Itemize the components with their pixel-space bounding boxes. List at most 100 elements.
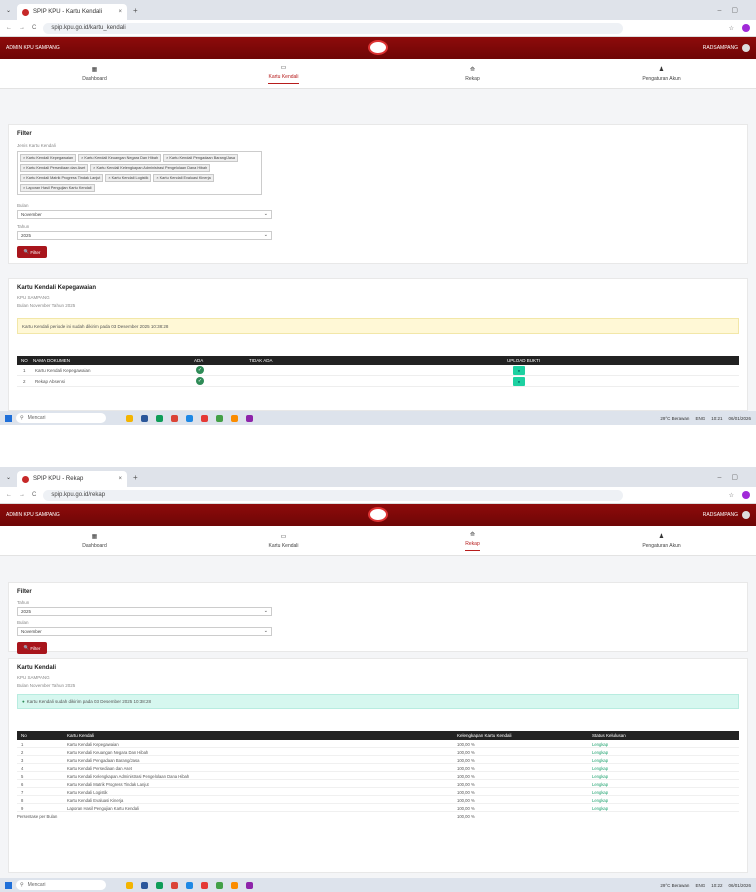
app-icon[interactable] [246,881,253,889]
app-icon[interactable] [126,414,133,422]
system-tray: 29°C Berawan ENG 10:22 06/01/2026 [660,883,751,888]
nav-pengaturan-akun[interactable]: ♟ Pengaturan Akun [567,59,756,88]
view-upload-button[interactable]: ● [513,376,525,386]
app-icon[interactable] [141,414,148,422]
app-icon[interactable] [231,881,238,889]
tahun-select[interactable]: 2025 [17,231,272,240]
jenis-tag[interactable]: × Kartu Kendali Pengadaan Barang/Jasa [163,154,239,162]
cell-name: Kartu Kendali Kepegawaian [67,742,119,747]
reload-icon[interactable]: C [32,492,36,498]
app-icon[interactable] [201,881,208,889]
app-icon[interactable] [216,414,223,422]
jenis-tag-select[interactable]: × Kartu Kendali Kepegawaian × Kartu Kenda… [17,151,262,195]
nav-dashboard[interactable]: ▦ Dashboard [0,59,189,88]
address-bar-row: ← → C spip.kpu.go.id/kartu_kendali ☆ [0,20,756,37]
search-icon: ⚲ [20,415,24,421]
tab-title: SPIP KPU - Rekap [33,476,84,482]
nav-rekap[interactable]: ⟰ Rekap [378,526,567,555]
app-icon[interactable] [156,414,163,422]
jenis-tag[interactable]: × Kartu Kendali Logistik [105,174,152,182]
app-icon[interactable] [246,414,253,422]
browser-tab[interactable]: SPIP KPU - Rekap × [17,471,128,487]
tahun-select[interactable]: 2025 [17,607,272,616]
nav-dashboard[interactable]: ▦ Dashboard [0,526,189,555]
window-controls[interactable]: –▢ [717,6,748,14]
windows-start-icon[interactable] [5,414,12,422]
profile-icon[interactable] [742,491,750,499]
clock-date[interactable]: 06/01/2026 [728,416,751,421]
windows-start-icon[interactable] [5,881,12,889]
app-icon[interactable] [156,881,163,889]
star-icon[interactable]: ☆ [729,492,734,499]
nav-rekap[interactable]: ⟰ Rekap [378,59,567,88]
jenis-tag[interactable]: × Kartu Kendali Keuangan Negara Dan Hiba… [78,154,162,162]
app-icon[interactable] [186,881,193,889]
weather-text[interactable]: 29°C Berawan [660,883,689,888]
user-name[interactable]: RADSAMPANG [703,45,738,51]
app-header: ADMIN KPU SAMPANG RADSAMPANG [0,504,756,526]
app-icon[interactable] [171,881,178,889]
avatar[interactable] [742,511,750,519]
jenis-tag[interactable]: × Laporan Hasil Pengujian Kartu Kendali [20,184,95,192]
rekap-card: Kartu Kendali KPU SAMPANG Bulan November… [8,658,748,873]
back-icon[interactable]: ← [6,25,12,31]
jenis-tag[interactable]: × Kartu Kendali Matrik Progress Tindak L… [20,174,104,182]
app-icon[interactable] [201,414,208,422]
app-icon[interactable] [216,881,223,889]
reload-icon[interactable]: C [32,25,36,31]
app-icon[interactable] [141,881,148,889]
cell-pct: 100,00 % [457,742,475,747]
main-nav: ▦ Dashboard ▭ Kartu Kendali ⟰ Rekap ♟ Pengat… [0,526,756,556]
jenis-tag[interactable]: × Kartu Kendali Evaluasi Kinerja [153,174,214,182]
close-tab-icon[interactable]: × [119,476,123,482]
table-row: 2 Rekap Absensi ✓ ● [17,376,739,387]
check-icon[interactable]: ✓ [196,366,204,374]
new-tab-icon[interactable]: + [133,473,138,482]
bulan-select[interactable]: November [17,210,272,219]
jenis-tag[interactable]: × Kartu Kendali Kepegawaian [20,154,77,162]
new-tab-icon[interactable]: + [133,6,138,15]
cell-name: Kartu Kendali Pengadaan Barang/Jasa [67,758,140,763]
screenshot-rekap: ⌄ SPIP KPU - Rekap × + –▢ ← → C spip.kpu… [0,467,756,892]
user-name[interactable]: RADSAMPANG [703,512,738,518]
view-upload-button[interactable]: ● [513,365,525,375]
filter-button[interactable]: 🔍 Filter [17,642,47,654]
check-icon[interactable]: ✓ [196,377,204,385]
kepegawaian-card: Kartu Kendali Kepegawaian KPU SAMPANG Bu… [8,278,748,411]
forward-icon[interactable]: → [19,492,25,498]
tab-list-icon[interactable]: ⌄ [6,474,11,481]
nav-kartu-kendali[interactable]: ▭ Kartu Kendali [189,59,378,88]
url-field[interactable]: spip.kpu.go.id/rekap [43,489,624,501]
avatar[interactable] [742,44,750,52]
bulan-select[interactable]: November [17,627,272,636]
clock-time[interactable]: 10:22 [711,883,722,888]
language-text[interactable]: ENG [695,883,705,888]
app-icon[interactable] [126,881,133,889]
weather-text[interactable]: 29°C Berawan [660,416,689,421]
jenis-tag[interactable]: × Kartu Kendali Persediaan dan Aset [20,164,89,172]
filter-button[interactable]: 🔍 Filter [17,246,47,258]
clock-date[interactable]: 06/01/2026 [728,883,751,888]
forward-icon[interactable]: → [19,25,25,31]
taskbar-search[interactable]: ⚲ Mencari [16,413,106,423]
tab-list-icon[interactable]: ⌄ [6,7,11,14]
back-icon[interactable]: ← [6,492,12,498]
close-tab-icon[interactable]: × [119,9,123,15]
jenis-tag[interactable]: × Kartu Kendali Kelengkapan Administrasi… [90,164,211,172]
taskbar-search[interactable]: ⚲ Mencari [16,880,106,890]
window-controls[interactable]: –▢ [717,473,748,481]
browser-tab[interactable]: SPIP KPU - Kartu Kendali × [17,4,128,20]
nav-kartu-kendali[interactable]: ▭ Kartu Kendali [189,526,378,555]
language-text[interactable]: ENG [695,416,705,421]
clock-time[interactable]: 10:21 [711,416,722,421]
star-icon[interactable]: ☆ [729,25,734,32]
app-icon[interactable] [186,414,193,422]
app-icon[interactable] [231,414,238,422]
url-field[interactable]: spip.kpu.go.id/kartu_kendali [43,22,624,34]
tab-title: SPIP KPU - Kartu Kendali [33,9,102,15]
app-icon[interactable] [171,414,178,422]
profile-icon[interactable] [742,24,750,32]
rekap-icon: ⟰ [469,66,476,73]
nav-pengaturan-akun[interactable]: ♟ Pengaturan Akun [567,526,756,555]
filter-title: Filter [17,131,32,137]
